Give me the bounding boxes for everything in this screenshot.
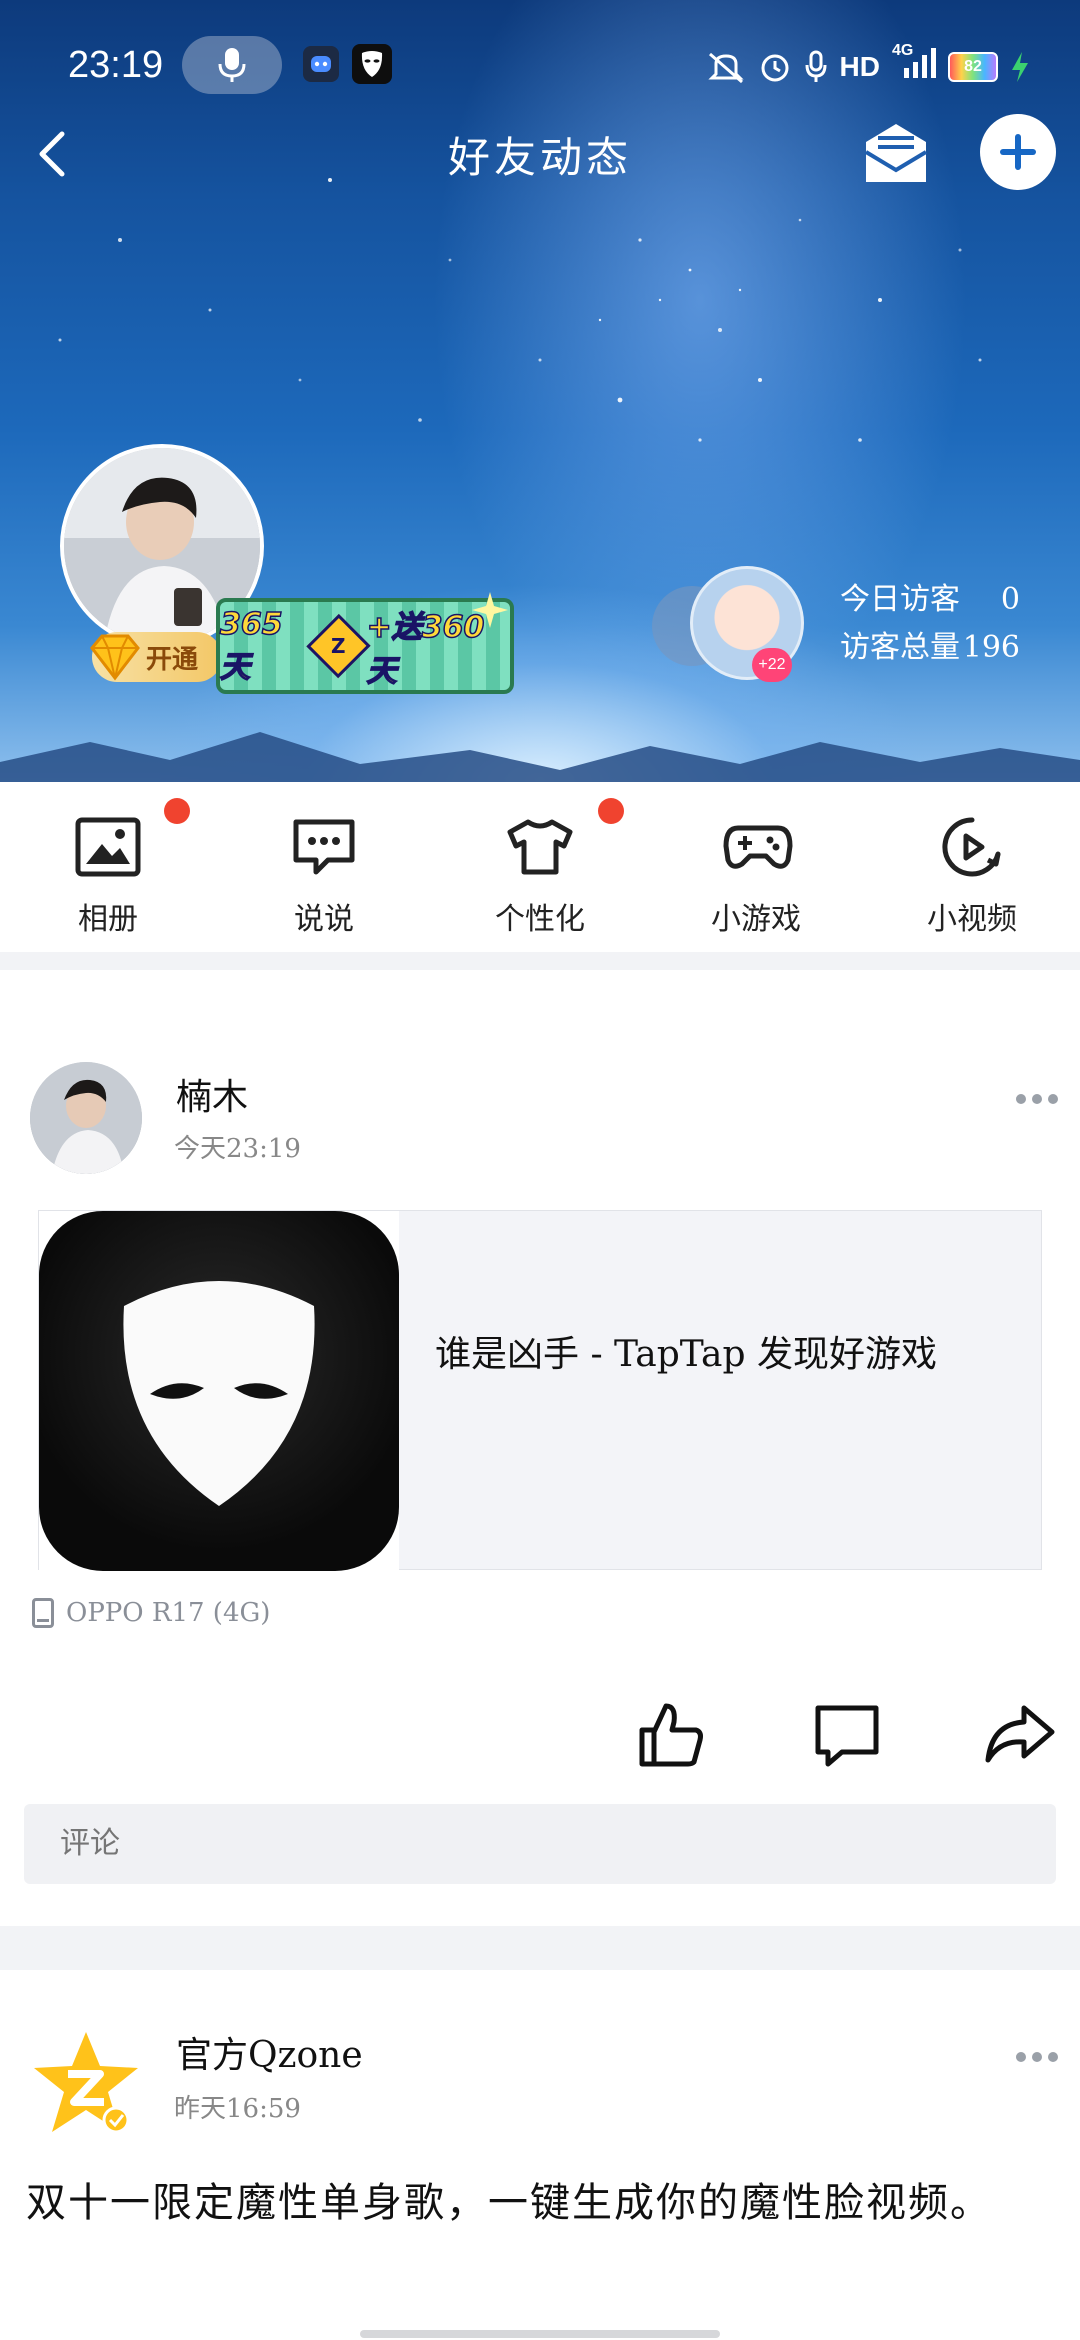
status-time: 23:19: [68, 44, 164, 86]
alarm-icon: [761, 54, 789, 81]
app-icon-bot: [303, 46, 339, 82]
section-divider: [0, 1926, 1080, 1970]
diamond-icon: [90, 634, 140, 681]
battery-icon: 82: [948, 51, 998, 82]
shortcut-short-video[interactable]: 小视频: [864, 782, 1080, 952]
notification-dot: [164, 798, 190, 824]
device-name: OPPO R17 (4G): [66, 1598, 271, 1628]
today-visitors: 今日访客 0: [840, 582, 1020, 617]
post-time: 今天23:19: [174, 1134, 301, 1164]
more-options-button[interactable]: [1016, 1094, 1060, 1108]
link-title: 谁是凶手 - TapTap 发现好游戏: [435, 1334, 937, 1375]
gamepad-icon: [723, 825, 793, 869]
comment-input[interactable]: [24, 1804, 1056, 1884]
notification-dot: [598, 798, 624, 824]
shortcut-label: 个性化: [495, 902, 585, 937]
post-time: 昨天16:59: [174, 2094, 301, 2124]
mask-app-icon: [39, 1211, 399, 1571]
network-label: HD: [839, 50, 880, 82]
chat-bubble-icon: [293, 819, 355, 875]
post-actions: [0, 1690, 1080, 1780]
device-info: OPPO R17 (4G): [32, 1598, 270, 1628]
status-bar: 23:19 HD 4G 82: [0, 30, 1080, 100]
shortcut-bar: 相册 说说 个性化 小游戏 小视频: [0, 782, 1080, 952]
vip-label: 开通: [146, 644, 199, 675]
shortcut-shuoshuo[interactable]: 说说: [216, 782, 432, 952]
app-icon-mask: [352, 44, 392, 84]
title-bar: 好友动态: [0, 110, 1080, 200]
visitor-count-badge: +22: [752, 648, 792, 682]
total-visitors: 访客总量196: [840, 630, 1020, 665]
cover-background[interactable]: 23:19 HD 4G 82 好友动态 开通 365天 Z +送360天 +22…: [0, 0, 1080, 782]
shortcut-label: 说说: [294, 902, 354, 937]
shortcut-games[interactable]: 小游戏: [648, 782, 864, 952]
mic-icon: [218, 48, 246, 82]
shortcut-personalize[interactable]: 个性化: [432, 782, 648, 952]
shared-link-card[interactable]: 谁是凶手 - TapTap 发现好游戏: [38, 1210, 1042, 1571]
vip-open-button[interactable]: 开通: [90, 632, 222, 682]
mountain-silhouette: [0, 732, 1080, 782]
post-text: 双十一限定魔性单身歌，一键生成你的魔性脸视频。: [26, 2180, 992, 2226]
status-icons: HD 4G 82: [706, 42, 1030, 85]
more-options-button[interactable]: [1016, 2052, 1060, 2066]
shortcut-album[interactable]: 相册: [0, 782, 216, 952]
promo-text-a: 365天: [219, 606, 283, 686]
author-avatar[interactable]: [30, 1062, 142, 1174]
mic-small-icon: [805, 50, 827, 82]
shortcut-label: 小视频: [927, 902, 1017, 937]
mute-icon: [707, 52, 744, 83]
signal-icon: 4G: [892, 42, 936, 85]
sparkle-icon: [472, 592, 508, 628]
shortcut-label: 相册: [78, 902, 138, 937]
add-post-button[interactable]: [980, 114, 1056, 190]
home-indicator[interactable]: [360, 2330, 720, 2338]
charging-icon: [1012, 51, 1028, 82]
photo-icon: [75, 817, 141, 877]
share-button[interactable]: [984, 1700, 1056, 1770]
comment-button[interactable]: [812, 1700, 882, 1770]
qzone-z-icon: Z: [306, 613, 371, 679]
shortcut-label: 小游戏: [711, 902, 801, 937]
phone-icon: [32, 1598, 54, 1628]
messages-button[interactable]: [860, 118, 932, 190]
visitor-stats[interactable]: 今日访客 0 访客总量196: [840, 576, 1020, 672]
tshirt-icon: [507, 819, 573, 875]
author-name[interactable]: 楠木: [176, 1068, 248, 1120]
plus-icon: [1000, 134, 1036, 170]
author-name[interactable]: 官方Qzone: [176, 2026, 363, 2078]
section-divider: [0, 952, 1080, 970]
mic-indicator[interactable]: [182, 36, 282, 94]
qzone-star-icon[interactable]: [30, 2028, 142, 2140]
mail-icon: [864, 124, 928, 182]
like-button[interactable]: [636, 1700, 706, 1770]
play-icon: [942, 817, 1001, 877]
